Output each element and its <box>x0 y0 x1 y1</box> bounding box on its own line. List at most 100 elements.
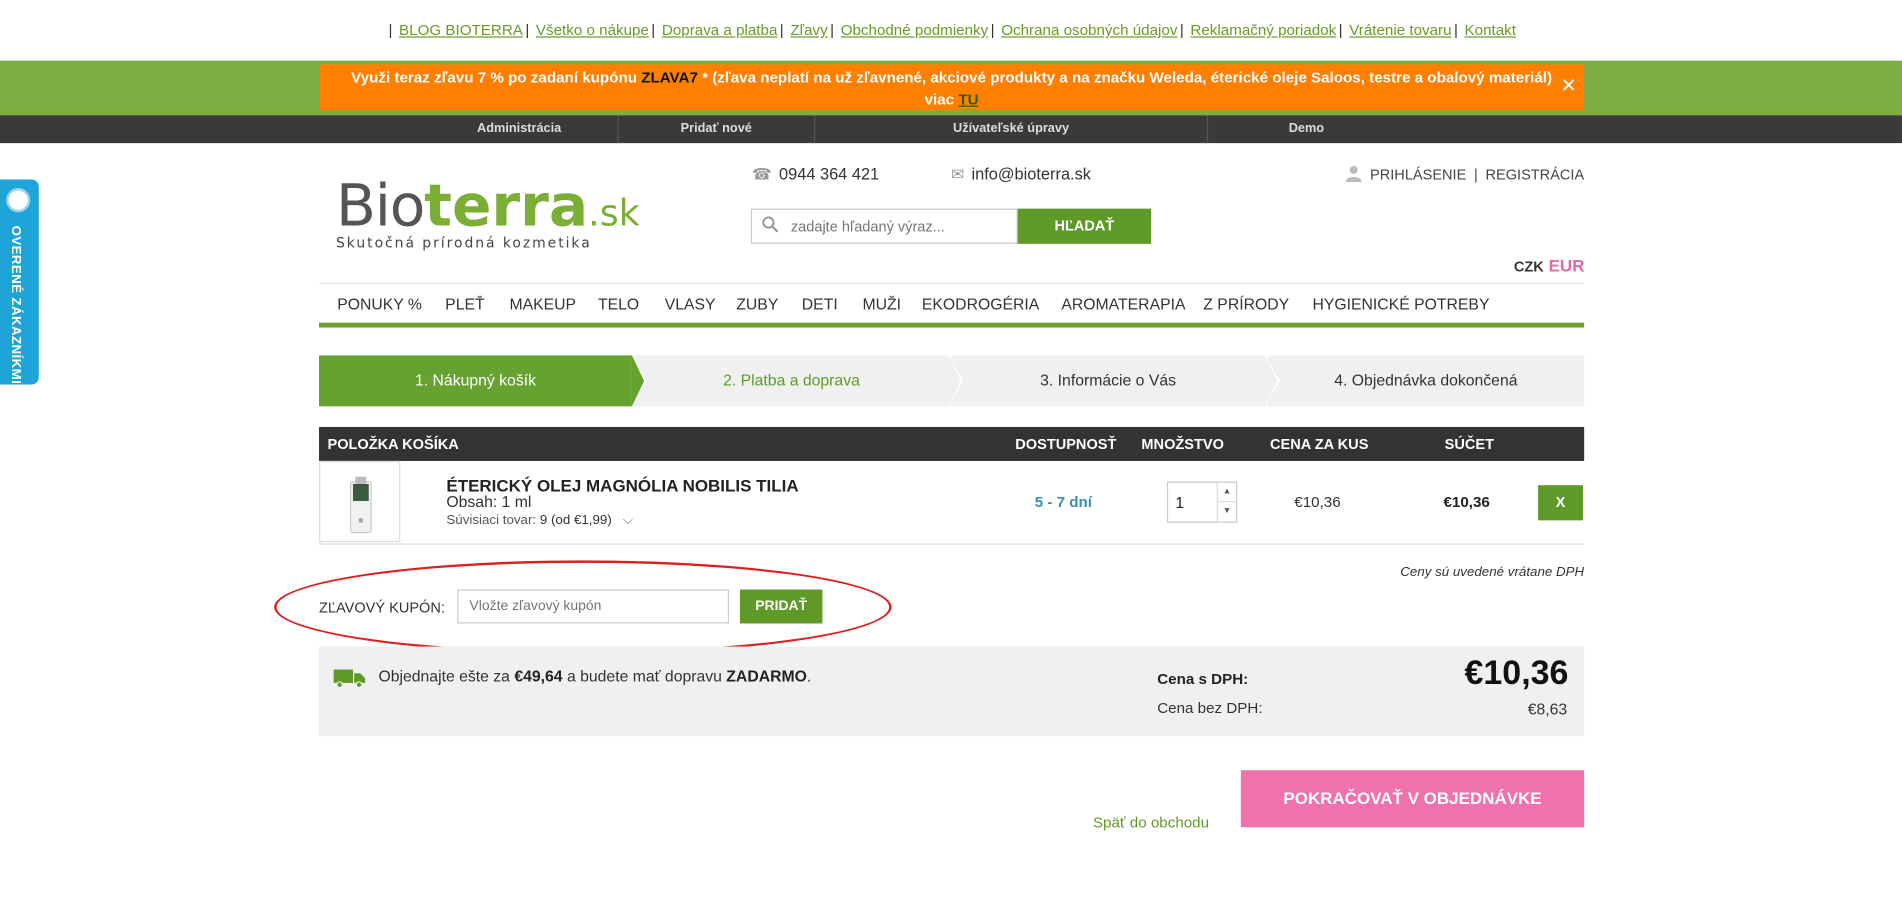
envelope-icon: ✉ <box>950 164 965 184</box>
close-icon[interactable]: ✕ <box>1561 76 1577 98</box>
step-complete: 4. Objednávka dokončená <box>1267 355 1585 407</box>
related-products[interactable]: Súvisiaci tovar: 9 (od €1,99) ⌵ <box>446 513 633 529</box>
top-link-terms[interactable]: Obchodné podmienky <box>841 22 989 39</box>
step-payment-shipping[interactable]: 2. Platba a doprava <box>634 355 964 407</box>
quantity-stepper[interactable]: 1 ▲ ▼ <box>1166 481 1238 523</box>
account-links: PRIHLÁSENIE | REGISTRÁCIA <box>1346 165 1584 183</box>
related-value: 9 (od €1,99) <box>539 513 612 528</box>
login-link[interactable]: PRIHLÁSENIE <box>1370 166 1466 183</box>
promo-more-link[interactable]: TU <box>958 91 978 108</box>
increment-icon[interactable]: ▲ <box>1216 482 1237 503</box>
phone-number: 0944 364 421 <box>778 164 880 184</box>
header-quantity: MNOŽSTVO <box>1141 435 1224 453</box>
step-payment-label: 2. Platba a doprava <box>723 371 860 390</box>
top-links: | BLOG BIOTERRA | Všetko o nákupe | Doprav… <box>388 21 1516 39</box>
top-link-privacy[interactable]: Ochrana osobných údajov <box>1001 22 1177 39</box>
account-separator: | <box>1474 166 1478 184</box>
currency-czk[interactable]: CZK <box>1514 258 1544 275</box>
header-total: SÚČET <box>1444 435 1495 453</box>
price-with-vat-label: Cena s DPH: <box>1157 670 1249 688</box>
search-box <box>750 208 1018 244</box>
logo-sk: .sk <box>588 192 640 236</box>
nav-item-hair[interactable]: VLASY <box>665 295 716 313</box>
nav-item-body[interactable]: TELO <box>598 295 639 313</box>
admin-item-user-settings[interactable]: Užívateľské úpravy <box>815 115 1209 144</box>
main-nav: PONUKY % PLEŤ MAKEUP TELO VLASY ZUBY DET… <box>319 282 1585 328</box>
price-with-vat: €10,36 <box>1464 653 1569 692</box>
free-shipping-free: ZADARMO <box>726 667 807 686</box>
product-image[interactable] <box>319 460 401 543</box>
nav-item-hygiene[interactable]: HYGIENICKÉ POTREBY <box>1312 295 1489 313</box>
admin-item-demo[interactable]: Demo <box>1208 115 1405 143</box>
free-shipping-prefix: Objednajte ešte za <box>378 667 515 686</box>
phone-icon: ☎ <box>752 164 772 184</box>
nav-item-makeup[interactable]: MAKEUP <box>509 295 576 313</box>
register-link[interactable]: REGISTRÁCIA <box>1485 166 1584 183</box>
top-link-shipping-payment[interactable]: Doprava a platba <box>662 22 777 39</box>
checkout-steps: 1. Nákupný košík 2. Platba a doprava 3. … <box>319 355 1585 407</box>
verified-reviews-label: OVERENÉ ZÁKAZNÍKMI <box>8 225 24 385</box>
nav-item-offers[interactable]: PONUKY % <box>337 295 422 313</box>
top-link-discounts[interactable]: Zľavy <box>790 22 827 39</box>
email-address[interactable]: info@bioterra.sk <box>971 165 1090 183</box>
logo[interactable]: Bioterra.sk Skutočná prírodná kozmetika <box>336 172 640 251</box>
currency-switcher: CZK EUR <box>1514 256 1585 275</box>
free-shipping-amount: €49,64 <box>514 667 563 686</box>
nav-item-aromatherapy[interactable]: AROMATERAPIA <box>1061 295 1185 313</box>
continue-order-button[interactable]: POKRAČOVAŤ V OBJEDNÁVKE <box>1240 770 1585 828</box>
nav-item-from-nature[interactable]: Z PRÍRODY <box>1203 295 1289 313</box>
price-without-vat-label: Cena bez DPH: <box>1157 699 1263 717</box>
top-link-complaints[interactable]: Reklamačný poriadok <box>1190 22 1336 39</box>
admin-bar: Administrácia Pridať nové Užívateľské úp… <box>0 115 1902 144</box>
chevron-down-icon[interactable]: ⌵ <box>623 513 633 528</box>
nav-item-teeth[interactable]: ZUBY <box>736 295 778 313</box>
unit-price: €10,36 <box>1294 493 1341 511</box>
quantity-value[interactable]: 1 <box>1175 494 1184 512</box>
price-without-vat: €8,63 <box>1527 699 1568 719</box>
decrement-icon[interactable]: ▼ <box>1216 502 1236 522</box>
back-to-shop-link[interactable]: Späť do obchodu <box>1093 814 1209 831</box>
promo-code: ZLAVA7 <box>641 69 698 87</box>
contact-email[interactable]: ✉ info@bioterra.sk <box>951 165 1091 184</box>
admin-item-administration[interactable]: Administrácia <box>421 115 619 144</box>
logo-terra: terra <box>424 172 589 241</box>
coupon-label: ZĽAVOVÝ KUPÓN: <box>319 599 445 617</box>
coupon-input[interactable] <box>469 596 719 617</box>
top-link-about-shopping[interactable]: Všetko o nákupe <box>536 22 649 39</box>
order-summary: Objednajte ešte za €49,64 a budete mať d… <box>319 646 1585 737</box>
nav-item-men[interactable]: MUŽI <box>862 295 901 313</box>
currency-eur[interactable]: EUR <box>1549 256 1585 275</box>
promo-text-after: * (zľava neplatí na už zľavnené, akciové… <box>697 69 1553 87</box>
step-complete-label: 4. Objednávka dokončená <box>1334 371 1518 390</box>
promo-more-prefix: viac <box>924 90 959 108</box>
contact-phone: ☎ 0944 364 421 <box>752 165 879 184</box>
truck-icon <box>333 669 366 688</box>
coupon-field <box>457 589 730 624</box>
step-info-label: 3. Informácie o Vás <box>1040 371 1177 390</box>
nav-item-kids[interactable]: DETI <box>802 295 838 313</box>
header-item: POLOŽKA KOŠÍKA <box>327 435 459 453</box>
line-total: €10,36 <box>1443 493 1490 511</box>
promo-banner: Využi teraz zľavu 7 % po zadaní kupónu Z… <box>319 64 1585 111</box>
add-coupon-button[interactable]: PRIDAŤ <box>739 589 823 624</box>
nav-item-eco-drugstore[interactable]: EKODROGÉRIA <box>922 295 1039 313</box>
verified-reviews-tab[interactable]: OVERENÉ ZÁKAZNÍKMI <box>0 179 39 385</box>
nav-item-skin[interactable]: PLEŤ <box>445 295 484 313</box>
top-link-blog[interactable]: BLOG BIOTERRA <box>399 22 523 39</box>
search-button[interactable]: HĽADAŤ <box>1017 208 1152 244</box>
promo-text-before: Využi teraz zľavu 7 % po zadaní kupónu <box>351 69 642 87</box>
free-shipping-middle: a budete mať dopravu <box>562 667 727 686</box>
header-unit-price: CENA ZA KUS <box>1270 435 1369 453</box>
top-link-contact[interactable]: Kontakt <box>1465 22 1516 39</box>
product-bottle-icon <box>349 476 372 534</box>
search-input[interactable] <box>790 214 1010 239</box>
remove-item-button[interactable]: X <box>1538 485 1583 521</box>
top-link-returns[interactable]: Vrátenie tovaru <box>1349 22 1451 39</box>
logo-bio: Bio <box>336 172 425 241</box>
logo-slogan: Skutočná prírodná kozmetika <box>336 234 592 252</box>
search-icon <box>762 216 779 233</box>
admin-item-add-new[interactable]: Pridať nové <box>619 115 816 144</box>
verified-badge-icon <box>6 188 31 213</box>
step-cart[interactable]: 1. Nákupný košík <box>319 355 647 407</box>
cart-table-header: POLOŽKA KOŠÍKA DOSTUPNOSŤ MNOŽSTVO CENA … <box>319 426 1585 461</box>
